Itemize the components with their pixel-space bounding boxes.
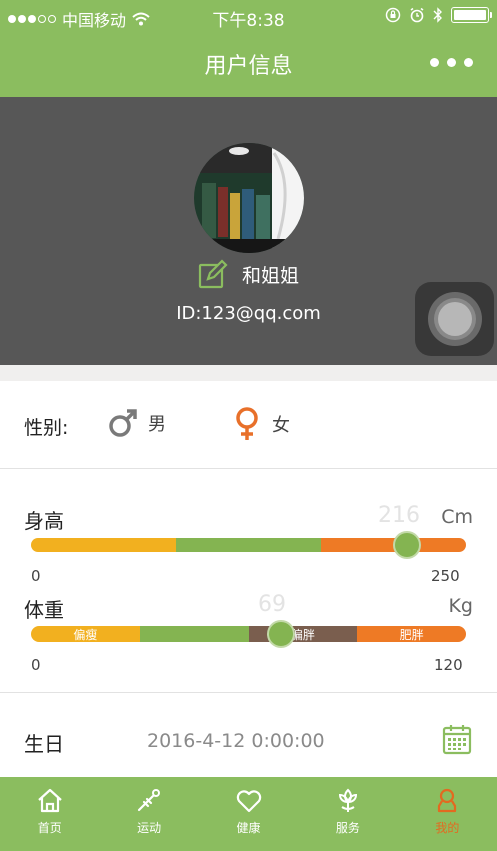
male-icon [109,409,137,437]
weight-segment: 偏瘦 [31,626,140,642]
birthday-label: 生日 [24,732,64,756]
weight-slider-track[interactable]: 偏瘦 偏胖 肥胖 [31,626,466,642]
avatar[interactable] [194,143,304,253]
body-metrics: 身高 216 Cm 0 250 体重 69 Kg 偏瘦 偏胖 肥胖 0 120 [0,469,497,693]
tab-home[interactable]: 首页 [0,777,99,851]
section-divider [0,365,497,381]
user-name: 和姐姐 [241,264,299,287]
weight-unit: Kg [448,595,473,617]
birthday-value[interactable]: 2016-4-12 0:00:00 [147,730,325,752]
gender-option-male[interactable]: 男 [108,407,166,439]
tab-service-label: 服务 [335,821,360,835]
height-max: 250 [431,567,460,585]
top-bar: 中国移动 下午8:38 用户信息 [0,0,497,97]
height-segment [31,538,176,552]
tab-service[interactable]: 服务 [298,777,397,851]
height-slider-knob[interactable] [392,531,421,559]
male-label: 男 [148,414,166,435]
tab-sport[interactable]: 运动 [99,777,198,851]
weight-max: 120 [434,656,463,674]
female-icon [236,407,258,440]
bluetooth-icon [433,7,442,23]
assistive-touch-button[interactable] [415,282,494,356]
weight-label: 体重 [24,598,64,622]
tab-health-label: 健康 [236,821,261,835]
calendar-icon[interactable] [442,723,472,755]
heart-icon [236,790,261,813]
tab-health[interactable]: 健康 [199,777,298,851]
tab-sport-label: 运动 [137,821,162,835]
height-unit: Cm [441,506,473,528]
person-icon [438,788,457,813]
height-min: 0 [31,567,41,585]
height-segment [175,538,322,552]
weight-segment: 肥胖 [357,626,466,642]
service-icon [338,788,357,812]
birthday-row[interactable]: 生日 2016-4-12 0:00:00 [0,693,497,777]
rotation-lock-icon [385,7,401,23]
height-value: 216 [378,503,420,528]
height-label: 身高 [24,509,64,533]
weight-slider-knob[interactable] [267,620,296,648]
more-dots-icon[interactable] [430,58,473,67]
page-title: 用户信息 [204,54,293,79]
gender-label: 性别: [24,417,69,439]
tab-mine[interactable]: 我的 [398,777,497,851]
weight-segment: 偏胖 [248,626,358,642]
gender-option-female[interactable]: 女 [232,407,290,441]
weight-segment [139,626,249,642]
female-label: 女 [272,415,290,436]
alarm-icon [410,7,424,23]
sport-icon [138,789,161,812]
bottom-tab-bar: 首页 运动 健康 服务 我的 [0,777,497,851]
status-bar: 中国移动 下午8:38 [0,0,497,34]
weight-min: 0 [31,656,41,674]
gender-row: 性别: 男 女 [0,381,497,469]
edit-icon[interactable] [198,259,228,289]
tab-mine-label: 我的 [435,821,460,835]
home-icon [37,788,62,813]
weight-value: 69 [258,592,286,617]
tab-home-label: 首页 [37,821,62,835]
battery-icon [451,7,492,23]
